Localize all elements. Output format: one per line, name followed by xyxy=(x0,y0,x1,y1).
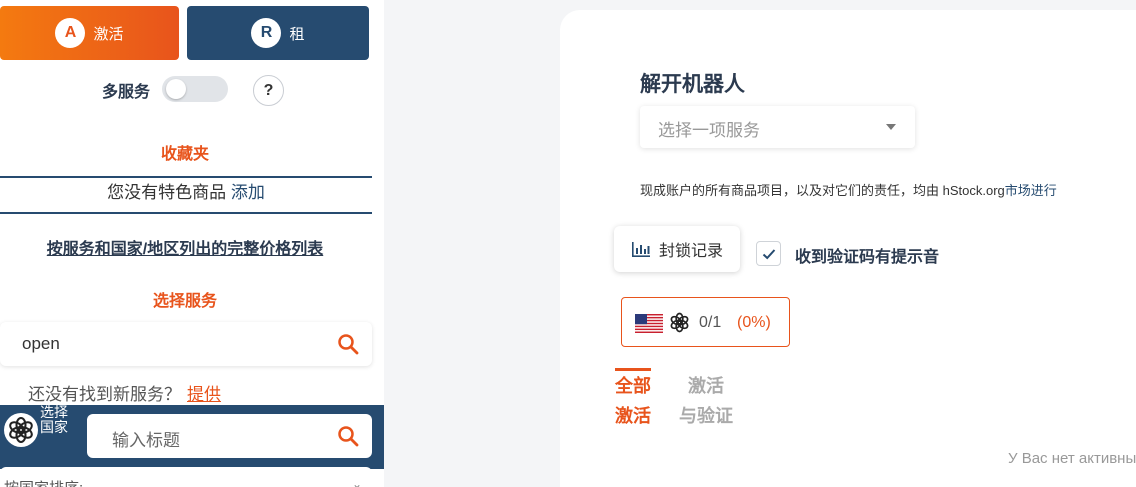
multi-service-label: 多服务 xyxy=(102,84,151,101)
mode-tabs: A 激活 R 租 xyxy=(0,6,370,60)
chevron-down-icon: ⌄ xyxy=(352,477,363,487)
tab-rent[interactable]: R 租 xyxy=(187,6,369,60)
page-title: 解开机器人 xyxy=(640,73,745,96)
rent-logo-icon: R xyxy=(251,18,282,48)
caret-down-icon xyxy=(886,124,896,130)
search-icon[interactable] xyxy=(337,333,359,355)
price-list-link[interactable]: 按服务和国家/地区列出的完整价格列表 xyxy=(0,235,370,259)
tab-activate[interactable]: A 激活 xyxy=(0,6,179,60)
help-button[interactable]: ? xyxy=(253,75,284,106)
service-select[interactable]: 选择一项服务 xyxy=(640,106,915,148)
multi-service-row: 多服务 ? xyxy=(0,72,384,106)
not-found-row: 还没有找到新服务？ 提供 xyxy=(28,380,221,405)
block-log-label: 封锁记录 xyxy=(658,243,723,260)
select-service-title: 选择服务 xyxy=(152,293,217,310)
favorites-title: 收藏夹 xyxy=(160,146,209,163)
disclaimer-body: 现成账户的所有商品项目，以及对它们的责任，均由 hStock.org xyxy=(640,183,1005,198)
select-country-label: 选择国家 xyxy=(40,404,68,435)
country-search-input[interactable]: 输入标题 xyxy=(87,414,372,458)
bar-chart-icon xyxy=(631,242,650,257)
chip-percent: (0%) xyxy=(737,314,771,331)
openai-logo-icon xyxy=(4,413,38,447)
main-card: 解开机器人 选择一项服务 现成账户的所有商品项目，以及对它们的责任，均由 hSt… xyxy=(560,10,1136,487)
favorites-add-link[interactable]: 添加 xyxy=(231,183,265,202)
market-link[interactable]: 市场进行 xyxy=(1005,183,1057,198)
no-active-text: У Вас нет активных xyxy=(1008,450,1136,467)
country-search-icon[interactable] xyxy=(337,425,359,447)
tab-activate-label: 激活 xyxy=(93,25,124,43)
disclaimer-text: 现成账户的所有商品项目，以及对它们的责任，均由 hStock.org市场进行 xyxy=(640,180,1057,199)
sidebar: A 激活 R 租 多服务 ? 收藏夹 您没有特色商品 添加 按服务和国家/地区列… xyxy=(0,0,384,487)
country-bar: 选择国家 输入标题 xyxy=(0,405,384,469)
sound-checkbox[interactable] xyxy=(756,241,781,266)
sound-label: 收到验证码有提示音 xyxy=(795,249,940,266)
tab-rent-label: 租 xyxy=(289,25,305,43)
favorites-box: 您没有特色商品 添加 xyxy=(0,176,372,214)
sort-label: 按国家排序: xyxy=(4,477,83,487)
not-found-text: 还没有找到新服务？ xyxy=(28,385,181,404)
country-sort-select[interactable]: 按国家排序: ⌄ xyxy=(0,467,372,487)
us-flag-icon xyxy=(635,314,663,333)
chip-count: 0/1 xyxy=(699,314,722,331)
filter-tab-activate[interactable]: 激活 与验证 xyxy=(676,371,736,431)
suggest-link[interactable]: 提供 xyxy=(187,385,221,404)
service-search-input[interactable]: open xyxy=(0,322,372,366)
service-search-value: open xyxy=(22,334,60,353)
multi-service-toggle[interactable] xyxy=(162,76,228,102)
service-country-chip[interactable]: 0/1 (0%) xyxy=(621,297,790,347)
favorites-empty-text: 您没有特色商品 xyxy=(107,183,227,202)
toggle-knob xyxy=(166,79,186,99)
activate-logo-icon: A xyxy=(55,18,86,48)
openai-icon xyxy=(670,312,689,333)
country-search-placeholder: 输入标题 xyxy=(112,431,180,450)
check-icon xyxy=(762,248,775,259)
service-select-placeholder: 选择一项服务 xyxy=(658,121,760,140)
filter-tab-all[interactable]: 全部 激活 xyxy=(615,368,651,431)
block-log-button[interactable]: 封锁记录 xyxy=(614,226,740,272)
